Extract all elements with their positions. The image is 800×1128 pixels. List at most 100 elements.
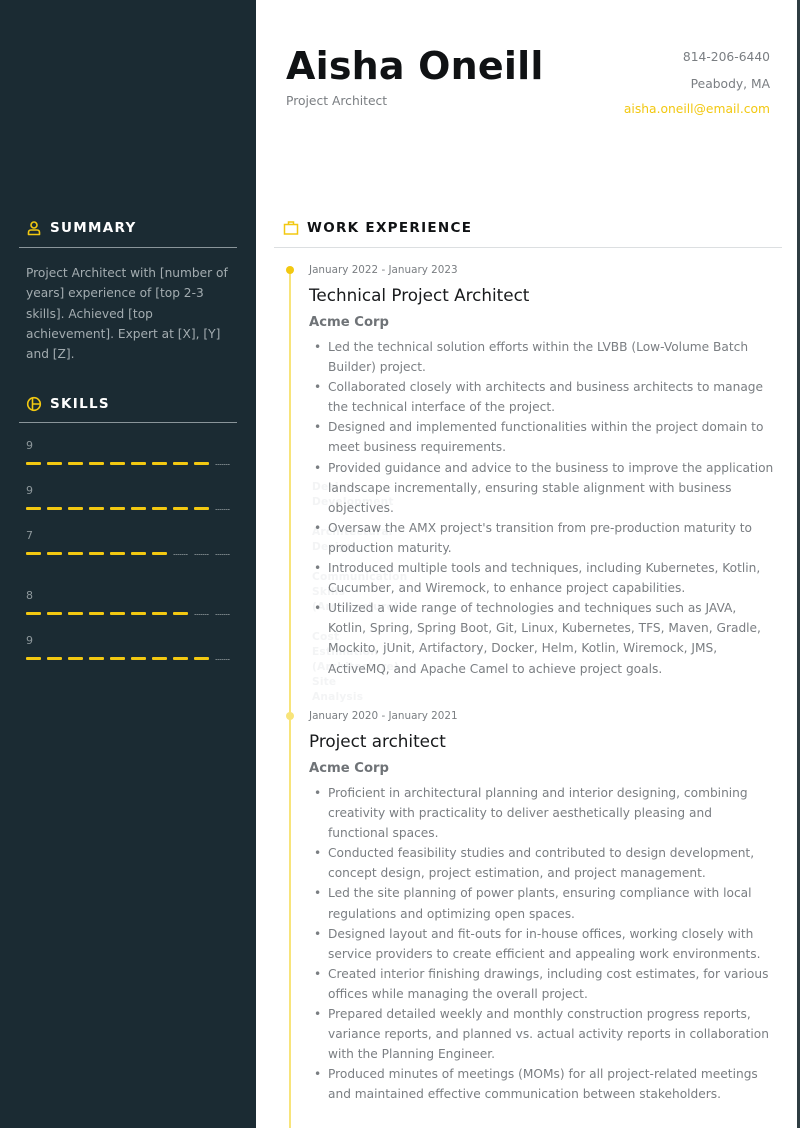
skill-segment-filled [173, 657, 188, 660]
skill-segment-empty [215, 508, 230, 510]
job-bullet: Proficient in architectural planning and… [309, 783, 774, 843]
skill-segment-filled [89, 462, 104, 465]
skill-segment-empty [173, 553, 188, 555]
briefcase-icon [283, 220, 299, 236]
skills-title: SKILLS [50, 396, 110, 412]
skill-segment-filled [194, 462, 209, 465]
job-bullet: Prepared detailed weekly and monthly con… [309, 1004, 774, 1064]
skill-segment-filled [68, 507, 83, 510]
skill-segment-filled [194, 507, 209, 510]
skill-segment-empty [215, 613, 230, 615]
skill-rating-bar [26, 462, 230, 465]
skill-score: 8 [26, 589, 33, 602]
skill-segment-filled [89, 552, 104, 555]
summary-title: SUMMARY [50, 220, 137, 236]
skill-segment-filled [131, 462, 146, 465]
skill-segment-filled [110, 657, 125, 660]
location: Peabody, MA [690, 77, 770, 91]
skill-segment-filled [89, 657, 104, 660]
skill-segment-empty [215, 553, 230, 555]
skill-segment-filled [110, 612, 125, 615]
skill-segment-filled [89, 612, 104, 615]
skill-segment-empty [194, 553, 209, 555]
skill-segment-filled [68, 657, 83, 660]
skill-segment-filled [89, 507, 104, 510]
job-bullet: Provided guidance and advice to the busi… [309, 458, 774, 518]
email-link[interactable]: aisha.oneill@email.com [624, 102, 770, 116]
skill-item: Cost Estimation (Architecture) 8 [26, 588, 399, 673]
job-dates: January 2022 - January 2023 [309, 264, 458, 276]
skills-divider [19, 422, 237, 423]
skill-segment-filled [110, 552, 125, 555]
skills-heading: SKILLS [26, 396, 110, 412]
skill-item: Architectural Design 9 [26, 483, 392, 553]
timeline-dot [286, 712, 294, 720]
skill-rating-bar [26, 657, 230, 660]
work-experience-divider [274, 247, 782, 248]
skill-score: 9 [26, 634, 33, 647]
skill-segment-filled [173, 507, 188, 510]
skill-segment-filled [68, 612, 83, 615]
pie-chart-icon [26, 396, 42, 412]
job-bullet: Created interior finishing drawings, inc… [309, 964, 774, 1004]
skill-segment-filled [152, 507, 167, 510]
skill-segment-filled [26, 507, 41, 510]
skill-segment-filled [47, 657, 62, 660]
skill-segment-filled [26, 612, 41, 615]
work-experience-title: WORK EXPERIENCE [307, 220, 473, 236]
skill-segment-empty [215, 658, 230, 660]
candidate-name: Aisha Oneill [286, 44, 544, 88]
skill-segment-empty [194, 613, 209, 615]
job-entry: January 2022 - January 2023 Technical Pr… [309, 263, 774, 679]
skill-segment-empty [215, 463, 230, 465]
skill-rating-bar [26, 507, 230, 510]
skill-segment-filled [194, 657, 209, 660]
skill-item: Site Analysis 9 [26, 633, 363, 703]
job-bullet: Conducted feasibility studies and contri… [309, 843, 774, 883]
skill-segment-filled [131, 612, 146, 615]
skill-segment-filled [47, 552, 62, 555]
job-bullet: Produced minutes of meetings (MOMs) for … [309, 1064, 774, 1104]
skill-segment-filled [131, 507, 146, 510]
summary-text: Project Architect with [number of years]… [26, 266, 228, 362]
job-bullet: Collaborated closely with architects and… [309, 377, 774, 417]
skill-score: 9 [26, 484, 33, 497]
skill-segment-filled [152, 552, 167, 555]
summary-divider [19, 247, 237, 248]
job-role: Technical Project Architect [309, 285, 530, 305]
summary-heading: SUMMARY [26, 220, 137, 236]
job-bullet: Designed and implemented functionalities… [309, 417, 774, 457]
skill-rating-bar [26, 612, 230, 615]
skill-segment-filled [47, 507, 62, 510]
timeline-dot [286, 266, 294, 274]
skill-score: 7 [26, 529, 33, 542]
skill-item: Design Development 9 [26, 438, 393, 508]
skill-segment-filled [26, 552, 41, 555]
candidate-title: Project Architect [286, 94, 388, 108]
job-bullet: Led the site planning of power plants, e… [309, 883, 774, 923]
skill-rating-bar [26, 552, 230, 555]
timeline-line [289, 270, 291, 1128]
phone: 814-206-6440 [682, 50, 770, 64]
work-experience-heading: WORK EXPERIENCE [283, 220, 472, 236]
job-bullet: Introduced multiple tools and techniques… [309, 558, 774, 598]
job-bullets: Led the technical solution efforts withi… [309, 337, 774, 679]
skill-segment-filled [152, 657, 167, 660]
skill-segment-filled [173, 612, 188, 615]
skill-segment-filled [152, 462, 167, 465]
job-bullet: Oversaw the AMX project's transition fro… [309, 518, 774, 558]
sidebar: SUMMARY Project Architect with [number o… [0, 0, 407, 1128]
job-dates: January 2020 - January 2021 [309, 710, 458, 722]
skill-segment-filled [68, 552, 83, 555]
person-icon [26, 220, 42, 236]
skill-segment-filled [26, 657, 41, 660]
skill-segment-filled [47, 612, 62, 615]
job-bullet: Utilized a wide range of technologies an… [309, 598, 774, 678]
skill-segment-filled [152, 612, 167, 615]
skill-segment-filled [173, 462, 188, 465]
skill-segment-filled [131, 657, 146, 660]
job-company: Acme Corp [309, 315, 389, 330]
skill-segment-filled [68, 462, 83, 465]
skill-segment-filled [110, 507, 125, 510]
job-entry: January 2020 - January 2021 Project arch… [309, 709, 774, 1105]
